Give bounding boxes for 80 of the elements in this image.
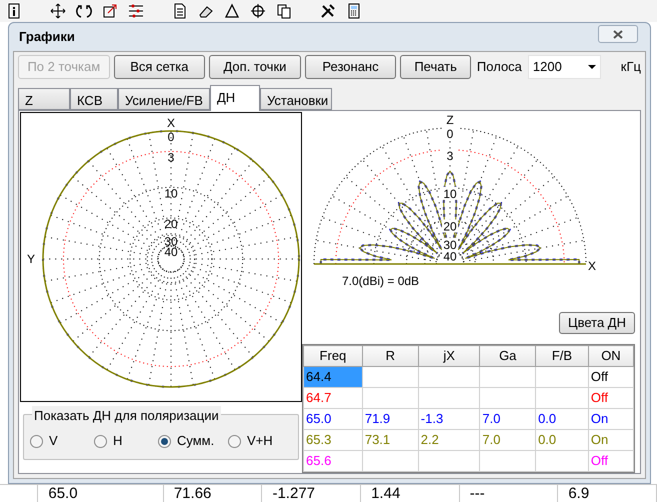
radio-button[interactable] — [228, 434, 241, 448]
axis-label: Y — [27, 252, 36, 266]
toolbar-button[interactable]: Доп. точки — [209, 55, 301, 79]
reference-label: 7.0(dBi) = 0dB — [342, 273, 420, 290]
caret-icon — [588, 65, 596, 69]
table-cell: 65.0 — [38, 485, 164, 502]
window-title: Графики — [19, 28, 75, 46]
column-header[interactable]: ON — [588, 346, 634, 366]
table-cell: 1.44 — [361, 485, 460, 502]
calculator-icon[interactable] — [346, 3, 362, 19]
target-icon[interactable] — [250, 3, 266, 19]
rotate-icon[interactable] — [76, 3, 92, 19]
group-title: Показать ДН для поляризации — [32, 406, 221, 426]
info-icon[interactable] — [6, 3, 22, 19]
close-button[interactable] — [598, 25, 638, 43]
axis-label: Z — [446, 113, 454, 127]
tools-icon[interactable] — [320, 3, 336, 19]
tab[interactable]: Z — [18, 88, 70, 110]
move-icon[interactable] — [50, 3, 66, 19]
radio-option[interactable]: Сумм. — [158, 431, 228, 451]
ring-label: 10 — [443, 186, 457, 201]
band-label: Полоса — [476, 58, 522, 76]
tab[interactable]: Усиление/FB — [118, 88, 210, 110]
band-dropdown[interactable]: 1200 — [528, 55, 601, 79]
table-cell: --- — [460, 485, 558, 502]
axis-label: X — [167, 116, 175, 130]
table-cell[interactable]: On — [588, 408, 634, 430]
column-header[interactable]: jX — [418, 346, 480, 366]
table-cell[interactable]: Off — [588, 366, 634, 388]
radio-button[interactable] — [158, 434, 171, 448]
ring-label: 10 — [164, 186, 178, 200]
ring-label: 3 — [168, 150, 174, 164]
table-cell: 71.66 — [164, 485, 262, 502]
sliders-icon[interactable] — [128, 3, 144, 19]
toolbar-button[interactable]: Печать — [400, 55, 471, 79]
frequency-cell[interactable]: 64.7 — [304, 388, 362, 408]
ring-label: 30 — [443, 238, 457, 252]
table-cell[interactable]: Off — [588, 388, 634, 408]
ring-label: 3 — [446, 148, 454, 163]
table-cell[interactable]: 73.1 — [362, 430, 418, 450]
table-cell[interactable]: On — [588, 430, 634, 450]
tab[interactable]: КСВ — [70, 88, 118, 110]
close-icon — [613, 30, 623, 38]
table-cell[interactable]: -1.3 — [418, 408, 480, 430]
document-icon[interactable] — [172, 3, 188, 19]
frequency-cell[interactable]: 65.0 — [304, 408, 362, 430]
radio-option[interactable]: H — [94, 431, 158, 451]
table-cell[interactable]: 7.0 — [480, 408, 536, 430]
radio-button[interactable] — [94, 434, 107, 448]
table-cell[interactable]: 0.0 — [536, 408, 588, 430]
unit-label: кГц — [620, 58, 641, 76]
tab[interactable]: ДН — [210, 85, 260, 111]
table-cell[interactable]: 0.0 — [536, 430, 588, 450]
table-cell[interactable]: 2.2 — [418, 430, 480, 450]
column-header[interactable]: F/B — [536, 346, 588, 366]
column-header[interactable]: Freq — [304, 346, 362, 366]
table-cell[interactable]: 71.9 — [362, 408, 418, 430]
toolbar-button[interactable]: Вся сетка — [114, 55, 206, 79]
ring-label: 0 — [168, 130, 174, 144]
copy-icon[interactable] — [276, 3, 292, 19]
ring-label: 0 — [446, 127, 454, 141]
table-cell[interactable]: 7.0 — [480, 430, 536, 450]
frequency-cell[interactable]: 64.4 — [304, 366, 362, 388]
radio-option[interactable]: V+H — [228, 431, 288, 451]
axis-label: X — [588, 259, 596, 272]
table-cell: 6.9 — [558, 485, 657, 502]
frequency-cell[interactable]: 65.3 — [304, 430, 362, 450]
column-header[interactable]: Ga — [480, 346, 536, 366]
radio-button[interactable] — [30, 434, 43, 448]
resize-icon[interactable] — [102, 3, 118, 19]
toolbar-button[interactable]: Резонанс — [304, 55, 396, 79]
column-header[interactable]: R — [362, 346, 418, 366]
table-cell: -1.277 — [262, 485, 362, 502]
triangle-icon[interactable] — [224, 3, 240, 19]
radio-option[interactable]: V — [30, 431, 94, 451]
ring-label: 20 — [443, 219, 457, 234]
colors-button[interactable]: Цвета ДН — [558, 312, 635, 334]
ring-label: 40 — [443, 249, 457, 264]
ring-label: 20 — [164, 217, 178, 232]
tab[interactable]: Установки — [260, 88, 332, 110]
